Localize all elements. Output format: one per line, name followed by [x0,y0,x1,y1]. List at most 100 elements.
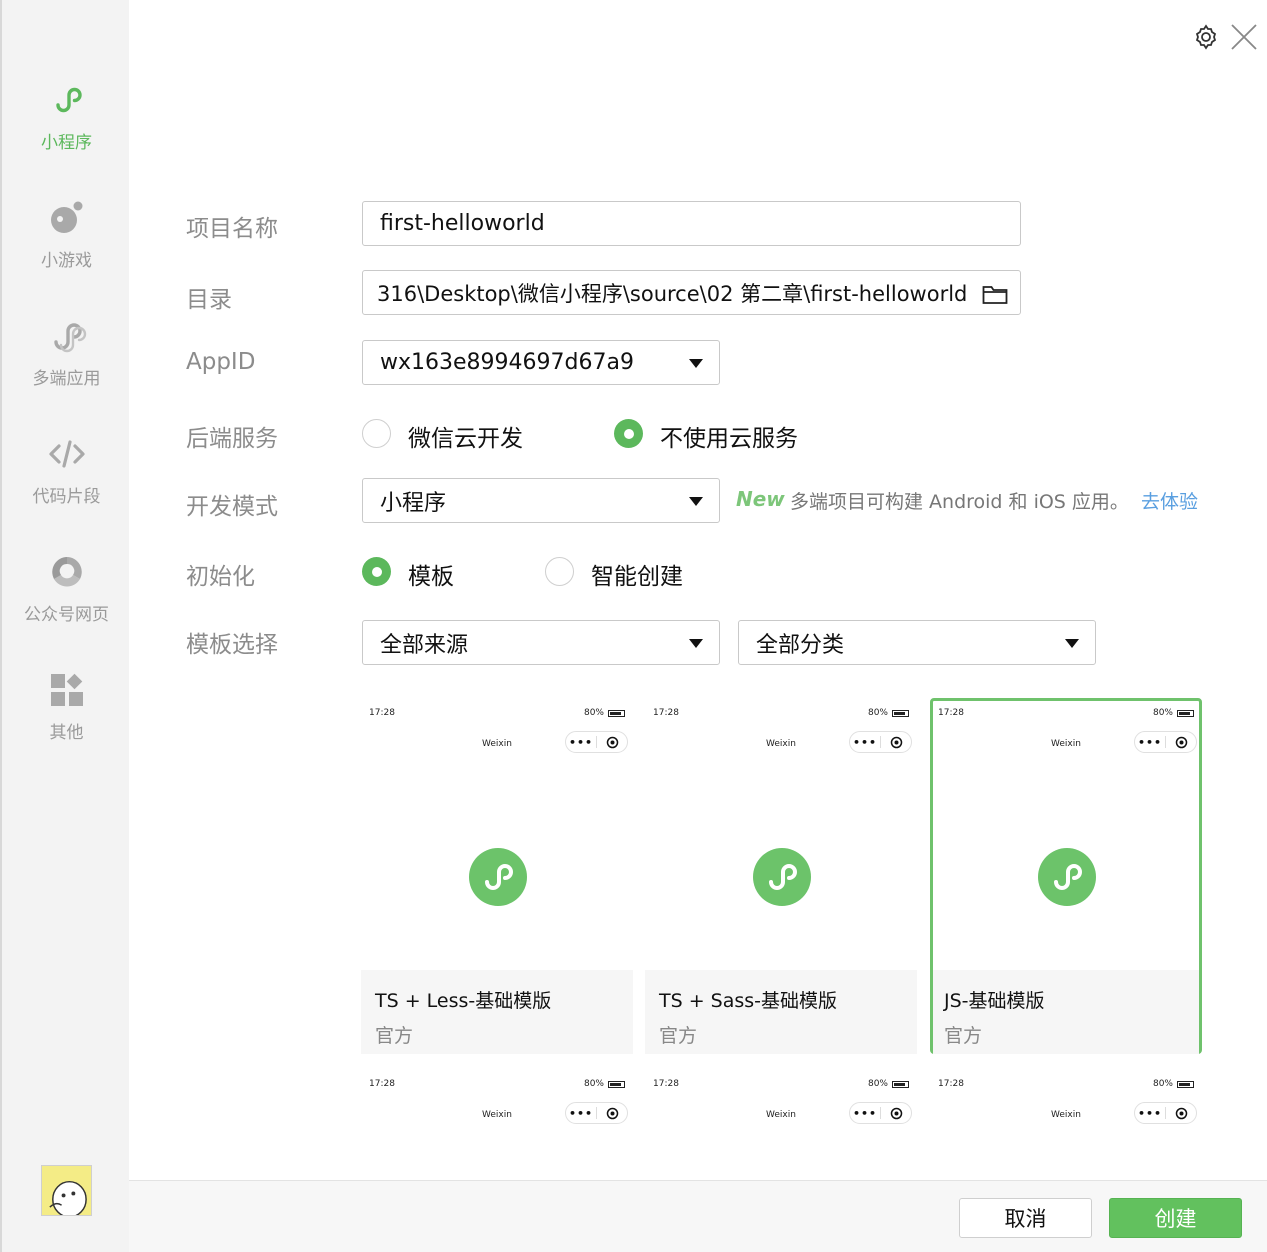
target-icon [1175,736,1187,748]
radio-template[interactable] [362,557,391,586]
phone-status-bar: 17:28 80% [369,708,625,720]
battery-icon [1177,1080,1194,1088]
phone-status-bar: 17:28 80% [369,1079,625,1091]
template-source-value: 全部来源 [380,632,469,658]
target-icon [606,1107,618,1119]
directory-value: 316\Desktop\微信小程序\source\02 第二章\first-he… [377,281,968,306]
sidebar-item-mini-program[interactable]: 小程序 [2,80,131,153]
dev-mode-label: 开发模式 [186,494,278,520]
chevron-down-icon [689,639,703,648]
init-label: 初始化 [186,564,255,590]
radio-smart-create[interactable] [545,557,574,586]
directory-input[interactable]: 316\Desktop\微信小程序\source\02 第二章\first-he… [362,270,1021,315]
create-button[interactable]: 创建 [1109,1198,1242,1238]
sidebar-item-official-web[interactable]: 公众号网页 [2,552,131,625]
mini-program-logo-icon [753,848,811,906]
more-dots-icon: ••• [568,1106,594,1120]
more-dots-icon: ••• [1137,1106,1163,1120]
capsule-menu: ••• [849,1102,912,1124]
capsule-menu: ••• [565,1102,628,1124]
template-card-row2-1[interactable]: 17:28 80% Weixin ••• [361,1069,633,1179]
capsule-menu: ••• [1134,731,1197,753]
other-grid-icon [50,673,83,706]
template-card-ts-sass[interactable]: 17:28 80% Weixin ••• TS + Sass-基础模版 官方 [645,698,917,1054]
appid-value: wx163e8994697d67a9 [380,350,634,375]
capsule-menu: ••• [565,731,628,753]
mini-program-logo-icon [469,848,527,906]
chevron-down-icon [689,497,703,506]
project-name-value: first-helloworld [380,211,545,236]
card-sub: 官方 [659,1025,698,1047]
official-account-web-icon [51,557,82,587]
avatar-image [42,1166,91,1215]
more-dots-icon: ••• [852,1106,878,1120]
code-snippet-icon [48,440,85,468]
sidebar: 小程序 小游戏 多端应用 代码片段 公众号网页 其他 [0,0,129,1252]
radio-no-cloud-label[interactable]: 不使用云服务 [660,419,798,453]
template-card-js-basic[interactable]: 17:28 80% Weixin ••• JS-基础模版 官方 [930,698,1202,1054]
sidebar-item-other[interactable]: 其他 [2,670,131,743]
radio-wechat-cloud-label[interactable]: 微信云开发 [408,419,523,453]
project-name-label: 项目名称 [186,216,278,242]
card-sub: 官方 [375,1025,414,1047]
capsule-menu: ••• [849,731,912,753]
template-card-row2-2[interactable]: 17:28 80% Weixin ••• [645,1069,917,1179]
project-name-input[interactable]: first-helloworld [362,201,1021,246]
battery-icon [608,1080,625,1088]
folder-icon[interactable] [982,283,1008,305]
sidebar-item-multi-platform[interactable]: 多端应用 [2,316,131,389]
sidebar-item-label: 代码片段 [32,487,101,507]
sidebar-item-label: 小程序 [41,133,92,153]
dev-mode-select[interactable]: 小程序 [362,478,720,523]
battery-icon [892,1080,909,1088]
backend-label: 后端服务 [186,426,278,452]
sidebar-item-mini-game[interactable]: 小游戏 [2,198,131,271]
template-select-label: 模板选择 [186,632,278,658]
target-icon [890,1107,902,1119]
card-info: JS-基础模版 官方 [933,970,1199,1054]
close-icon[interactable] [1229,22,1259,52]
battery-icon [608,709,625,717]
new-badge: New [736,487,785,511]
radio-smart-create-label[interactable]: 智能创建 [591,557,683,591]
sidebar-item-code-snippet[interactable]: 代码片段 [2,434,131,507]
appid-label: AppID [186,349,256,375]
dev-mode-value: 小程序 [380,490,447,516]
chevron-down-icon [689,359,703,368]
template-card-row2-3[interactable]: 17:28 80% Weixin ••• [930,1069,1202,1179]
avatar[interactable] [41,1165,92,1216]
card-info: TS + Less-基础模版 官方 [361,970,633,1054]
template-source-select[interactable]: 全部来源 [362,620,720,665]
card-info: TS + Sass-基础模版 官方 [645,970,917,1054]
sidebar-item-label: 其他 [49,723,84,743]
card-sub: 官方 [944,1025,983,1047]
phone-status-bar: 17:28 80% [938,1079,1194,1091]
phone-status-bar: 17:28 80% [938,708,1194,720]
card-title: TS + Less-基础模版 [375,990,552,1012]
radio-template-label[interactable]: 模板 [408,557,454,591]
multi-platform-hint: 多端项目可构建 Android 和 iOS 应用。 [790,491,1129,513]
cancel-button[interactable]: 取消 [959,1198,1092,1238]
target-icon [1175,1107,1187,1119]
target-icon [890,736,902,748]
sidebar-item-label: 公众号网页 [24,605,109,625]
try-it-link[interactable]: 去体验 [1141,487,1198,514]
mini-program-logo-icon [1038,848,1096,906]
more-dots-icon: ••• [1137,735,1163,749]
radio-no-cloud[interactable] [614,419,643,448]
card-title: TS + Sass-基础模版 [659,990,838,1012]
more-dots-icon: ••• [568,735,594,749]
card-title: JS-基础模版 [944,990,1045,1012]
template-card-ts-less[interactable]: 17:28 80% Weixin ••• TS + Less-基础模版 官方 [361,698,633,1054]
appid-select[interactable]: wx163e8994697d67a9 [362,340,720,385]
template-category-select[interactable]: 全部分类 [738,620,1096,665]
mini-game-icon [50,201,82,233]
phone-status-bar: 17:28 80% [653,1079,909,1091]
radio-wechat-cloud[interactable] [362,419,391,448]
footer-bar [129,1180,1267,1252]
sidebar-item-label: 小游戏 [41,251,92,271]
battery-icon [1177,709,1194,717]
gear-icon[interactable] [1191,22,1221,52]
capsule-menu: ••• [1134,1102,1197,1124]
target-icon [606,736,618,748]
